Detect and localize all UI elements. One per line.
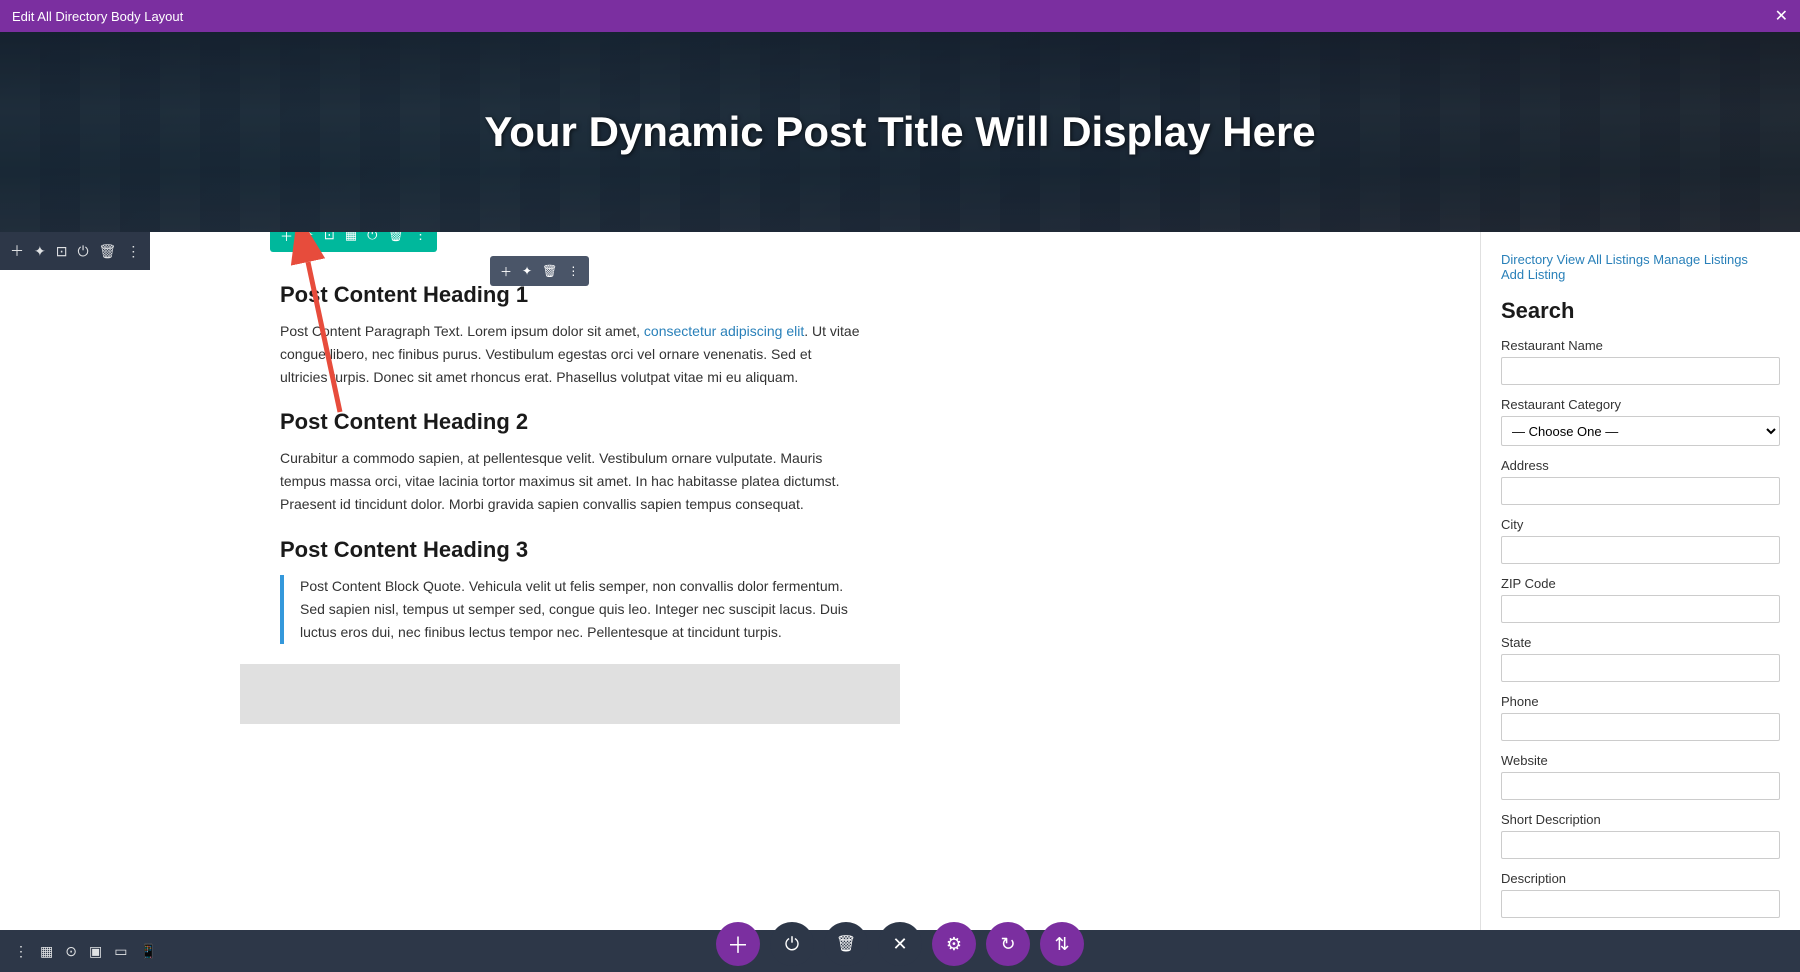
main-area: ＋ ✦ ⊡ ⏻ 🗑 ⋮ ＋ ✦ ⊡ ▦ ⏻ 🗑 ⋮ [0, 232, 1800, 930]
content-link[interactable]: consectetur adipiscing elit [644, 323, 804, 339]
delete-fab[interactable]: 🗑 [824, 922, 868, 966]
section-power-icon[interactable]: ⏻ [367, 232, 377, 243]
input-restaurant-name[interactable] [1501, 357, 1780, 385]
inner-settings-icon[interactable]: ✦ [522, 264, 532, 278]
section-add-icon[interactable]: ＋ [280, 232, 293, 245]
content-blockquote: Post Content Block Quote. Vehicula velit… [280, 575, 860, 644]
label-description: Description [1501, 871, 1780, 886]
label-zip: ZIP Code [1501, 576, 1780, 591]
bottom-more-icon[interactable]: ⋮ [14, 943, 28, 960]
section-duplicate-icon[interactable]: ⊡ [324, 232, 335, 243]
sidebar-nav: Directory View All Listings Manage Listi… [1501, 252, 1780, 282]
toolbar-more-icon[interactable]: ⋮ [126, 243, 140, 260]
fab-area: ＋ ⏻ 🗑 ✕ ⚙ ↻ ⇅ [716, 922, 1084, 972]
section-toolbar: ＋ ✦ ⊡ ▦ ⏻ 🗑 ⋮ [270, 232, 437, 252]
section-columns-icon[interactable]: ▦ [345, 232, 357, 243]
form-group-short-desc: Short Description [1501, 812, 1780, 859]
content-paragraph-2: Curabitur a commodo sapien, at pellentes… [280, 447, 860, 516]
input-zip[interactable] [1501, 595, 1780, 623]
label-website: Website [1501, 753, 1780, 768]
toolbar-delete-icon[interactable]: 🗑 [99, 243, 117, 260]
input-city[interactable] [1501, 536, 1780, 564]
label-short-desc: Short Description [1501, 812, 1780, 827]
nav-manage[interactable]: Manage Listings [1653, 252, 1748, 267]
nav-view-all[interactable]: View All Listings [1557, 252, 1650, 267]
inner-delete-icon[interactable]: 🗑 [542, 264, 557, 278]
section-more-icon[interactable]: ⋮ [414, 232, 427, 243]
swap-fab[interactable]: ⇅ [1040, 922, 1084, 966]
bottom-desktop-icon[interactable]: ▣ [89, 943, 102, 960]
bottom-circle-icon[interactable]: ⊙ [65, 943, 77, 960]
nav-directory[interactable]: Directory [1501, 252, 1553, 267]
settings-fab[interactable]: ⚙ [932, 922, 976, 966]
hero-section: Your Dynamic Post Title Will Display Her… [0, 32, 1800, 232]
inner-toolbar: ＋ ✦ 🗑 ⋮ [490, 256, 589, 286]
select-restaurant-category[interactable]: — Choose One — [1501, 416, 1780, 446]
form-group-zip: ZIP Code [1501, 576, 1780, 623]
form-group-phone: Phone [1501, 694, 1780, 741]
label-restaurant-category: Restaurant Category [1501, 397, 1780, 412]
content-wrapper: ＋ ✦ ⊡ ▦ ⏻ 🗑 ⋮ ＋ ✦ 🗑 ⋮ [0, 232, 1480, 930]
bottom-mobile-icon[interactable]: 📱 [139, 943, 156, 960]
toolbar-duplicate-icon[interactable]: ⊡ [56, 243, 68, 260]
sidebar: Directory View All Listings Manage Listi… [1480, 232, 1800, 930]
content-heading-2: Post Content Heading 2 [280, 409, 860, 435]
bottom-grid-icon[interactable]: ▦ [40, 943, 53, 960]
form-group-restaurant-category: Restaurant Category — Choose One — [1501, 397, 1780, 446]
input-phone[interactable] [1501, 713, 1780, 741]
section-delete-icon[interactable]: 🗑 [387, 232, 404, 243]
top-bar-title: Edit All Directory Body Layout [12, 9, 183, 24]
content-heading-3: Post Content Heading 3 [280, 537, 860, 563]
inner-add-icon[interactable]: ＋ [500, 263, 512, 280]
add-fab[interactable]: ＋ [716, 922, 760, 966]
input-short-desc[interactable] [1501, 831, 1780, 859]
label-city: City [1501, 517, 1780, 532]
toolbar-settings-icon[interactable]: ✦ [34, 243, 46, 260]
power-fab[interactable]: ⏻ [770, 922, 814, 966]
input-address[interactable] [1501, 477, 1780, 505]
content-paragraph-1: Post Content Paragraph Text. Lorem ipsum… [280, 320, 860, 389]
bottom-tablet-icon[interactable]: ▭ [114, 943, 127, 960]
close-button[interactable]: ✕ [1775, 6, 1788, 26]
top-bar: Edit All Directory Body Layout ✕ [0, 0, 1800, 32]
input-website[interactable] [1501, 772, 1780, 800]
input-state[interactable] [1501, 654, 1780, 682]
form-group-description: Description [1501, 871, 1780, 918]
form-group-restaurant-name: Restaurant Name [1501, 338, 1780, 385]
label-phone: Phone [1501, 694, 1780, 709]
form-group-state: State [1501, 635, 1780, 682]
left-toolbar: ＋ ✦ ⊡ ⏻ 🗑 ⋮ [0, 232, 150, 270]
content-area: Post Content Heading 1 Post Content Para… [0, 232, 900, 724]
inner-more-icon[interactable]: ⋮ [567, 264, 579, 278]
section-settings-icon[interactable]: ✦ [303, 232, 314, 243]
nav-add[interactable]: Add Listing [1501, 267, 1565, 282]
toolbar-power-icon[interactable]: ⏻ [77, 243, 88, 260]
toolbar-add-icon[interactable]: ＋ [10, 241, 24, 261]
gray-bottom-strip [240, 664, 900, 724]
form-group-website: Website [1501, 753, 1780, 800]
form-group-city: City [1501, 517, 1780, 564]
label-restaurant-name: Restaurant Name [1501, 338, 1780, 353]
close-fab[interactable]: ✕ [878, 922, 922, 966]
label-state: State [1501, 635, 1780, 650]
search-title: Search [1501, 298, 1780, 324]
rotate-fab[interactable]: ↻ [986, 922, 1030, 966]
input-description[interactable] [1501, 890, 1780, 918]
hero-title: Your Dynamic Post Title Will Display Her… [484, 108, 1315, 156]
form-group-address: Address [1501, 458, 1780, 505]
label-address: Address [1501, 458, 1780, 473]
